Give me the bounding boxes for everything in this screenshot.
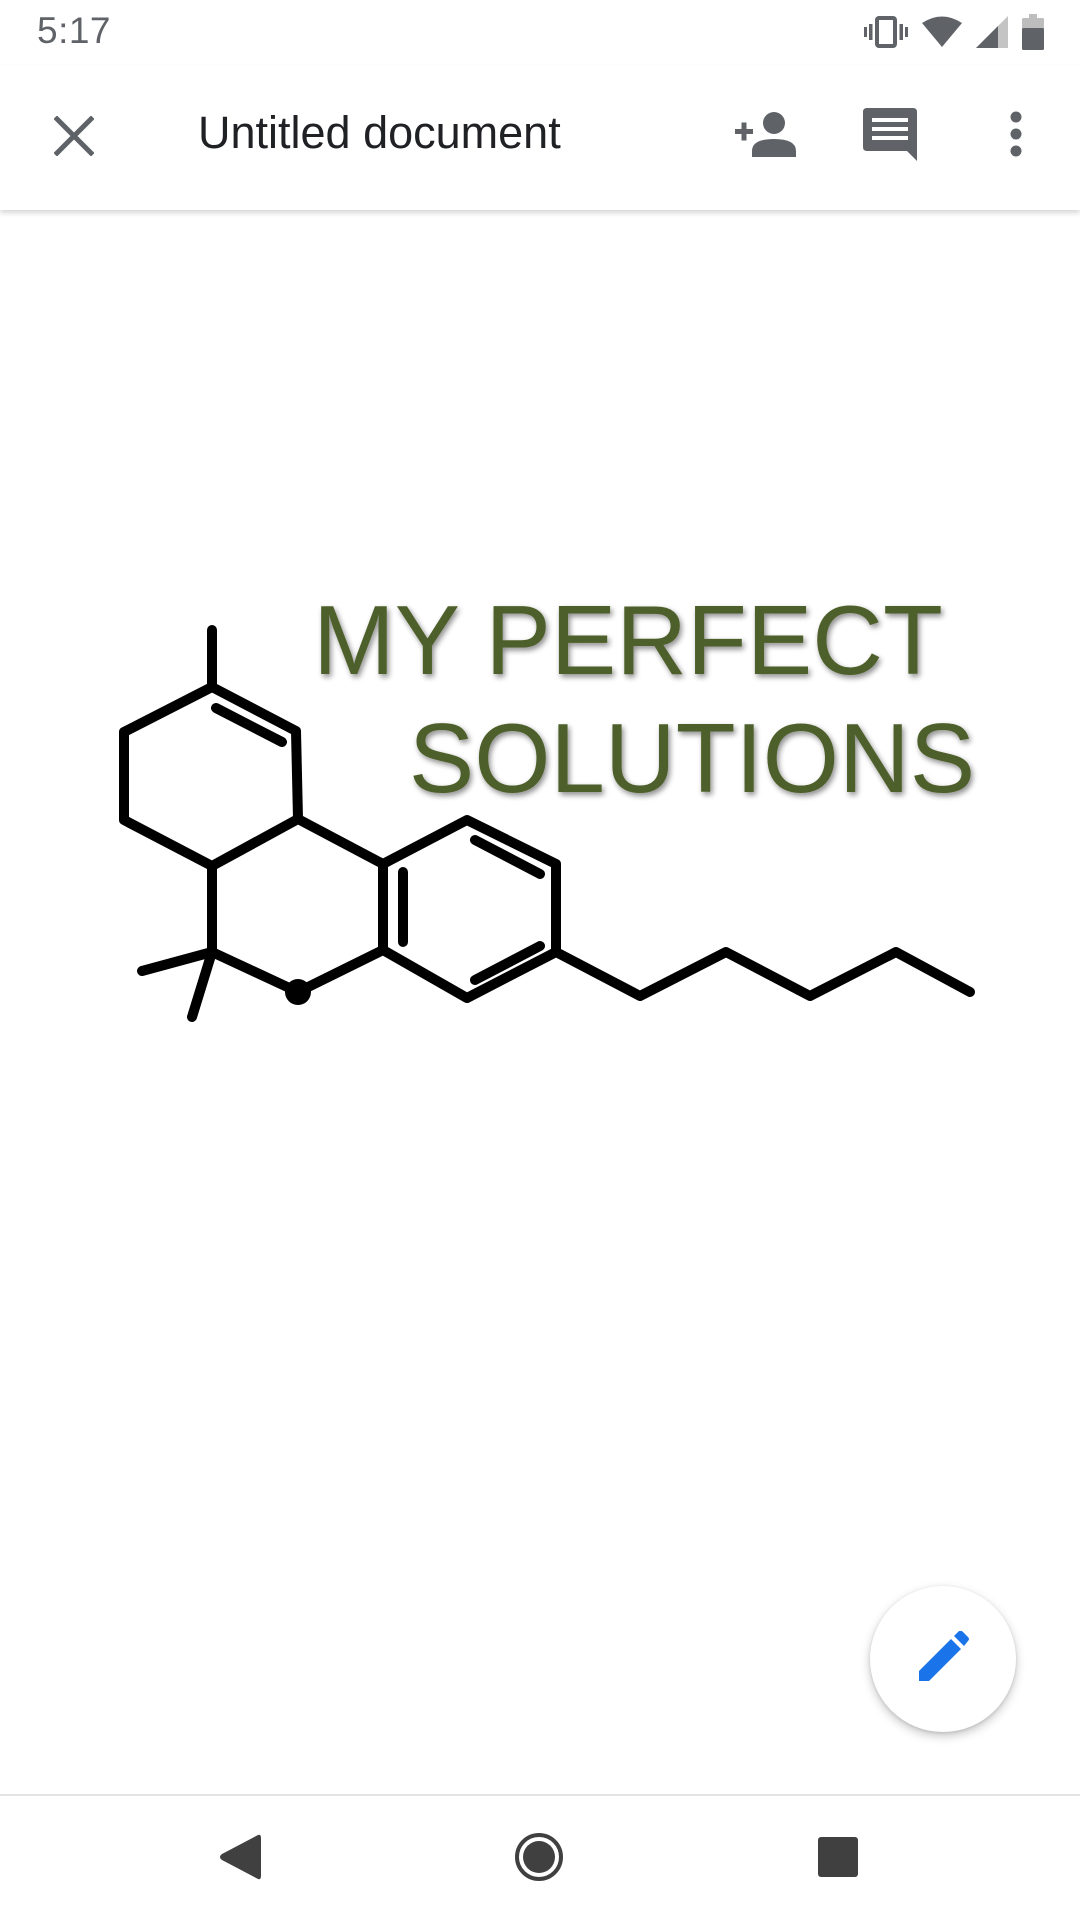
logo-image: MY PERFECT SOLUTIONS xyxy=(119,585,975,1022)
document-canvas[interactable]: MY PERFECT SOLUTIONS xyxy=(0,210,1080,1794)
nav-recents-button[interactable] xyxy=(793,1814,883,1904)
comment-button[interactable] xyxy=(842,88,938,184)
more-vert-icon xyxy=(1009,111,1023,162)
nav-home-button[interactable] xyxy=(494,1814,584,1904)
logo-line-2: SOLUTIONS xyxy=(409,703,975,813)
recents-icon xyxy=(817,1836,859,1883)
status-bar: 5:17 xyxy=(0,0,1080,66)
oxygen-atom xyxy=(285,979,311,1005)
status-icons xyxy=(864,12,1044,52)
cell-signal-icon xyxy=(976,16,1008,48)
battery-icon xyxy=(1022,14,1044,50)
edit-fab-button[interactable] xyxy=(870,1586,1016,1732)
more-options-button[interactable] xyxy=(968,88,1064,184)
screen: 5:17 Untitled document MY PERFECT SOLUTI… xyxy=(0,0,1080,1920)
home-icon xyxy=(514,1832,564,1887)
close-icon xyxy=(53,114,95,161)
edit-pencil-icon xyxy=(917,1630,969,1688)
vibrate-icon xyxy=(864,16,908,48)
add-person-icon xyxy=(735,111,797,162)
comment-icon xyxy=(862,106,918,167)
back-icon xyxy=(218,1833,262,1886)
status-time: 5:17 xyxy=(37,10,112,51)
close-button[interactable] xyxy=(26,90,122,186)
wifi-icon xyxy=(922,16,962,48)
logo-line-1: MY PERFECT xyxy=(313,585,943,695)
system-nav-bar xyxy=(0,1794,1080,1920)
app-bar: Untitled document xyxy=(0,66,1080,210)
document-title[interactable]: Untitled document xyxy=(198,107,561,159)
nav-back-button[interactable] xyxy=(195,1814,285,1904)
share-button[interactable] xyxy=(718,88,814,184)
